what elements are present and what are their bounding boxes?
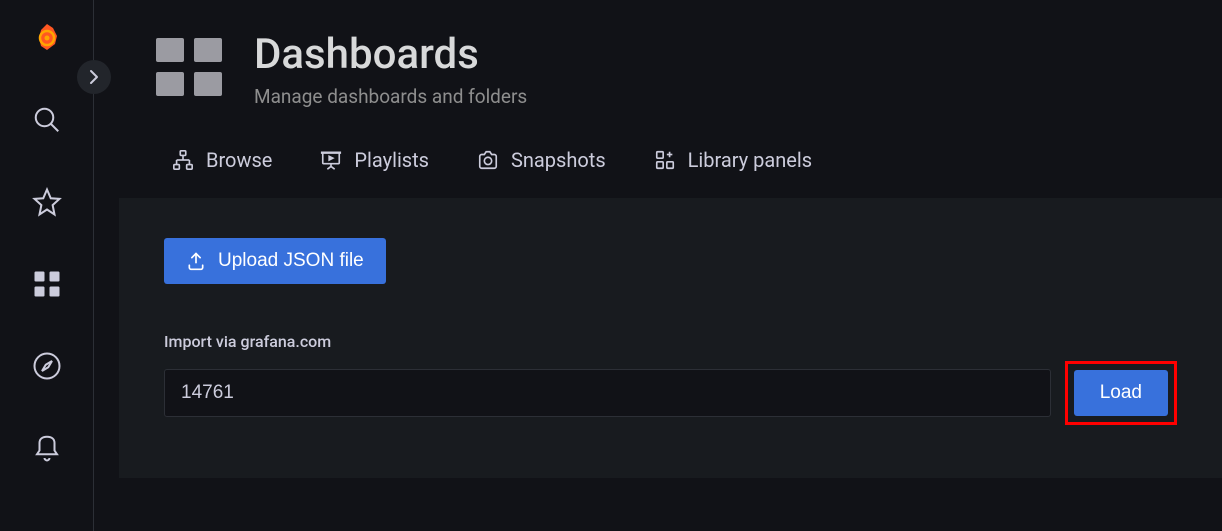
tab-label: Browse [206,148,272,172]
dashboards-header-icon [154,36,224,98]
nav-explore[interactable] [17,336,77,396]
nav-alerting[interactable] [17,418,77,478]
tab-browse[interactable]: Browse [172,148,272,180]
upload-button-label: Upload JSON file [218,250,364,272]
nav-starred[interactable] [17,172,77,232]
grafana-logo[interactable] [27,18,67,58]
library-panel-icon [654,149,676,171]
load-button[interactable]: Load [1074,370,1168,416]
star-icon [32,187,62,217]
load-button-highlight: Load [1065,361,1177,425]
import-id-input[interactable] [164,369,1051,417]
tab-label: Snapshots [511,148,606,172]
dashboards-icon [32,269,62,299]
page-header: Dashboards Manage dashboards and folders [94,30,1222,108]
tabs-bar: Browse Playlists Snapshots [94,148,1222,180]
compass-icon [32,351,62,381]
upload-icon [186,251,206,271]
expand-sidebar-button[interactable] [77,60,111,94]
import-form-group: Import via grafana.com Load [164,332,1177,425]
tab-library-panels[interactable]: Library panels [654,148,812,180]
tab-label: Playlists [354,148,429,172]
upload-json-button[interactable]: Upload JSON file [164,238,386,284]
import-label: Import via grafana.com [164,332,1177,351]
main-content: Dashboards Manage dashboards and folders… [94,0,1222,531]
bell-icon [32,433,62,463]
chevron-right-icon [86,69,102,85]
page-subtitle: Manage dashboards and folders [254,85,527,108]
page-title: Dashboards [254,30,527,79]
sidebar [0,0,94,531]
sitemap-icon [172,149,194,171]
import-panel: Upload JSON file Import via grafana.com … [119,198,1222,478]
nav-dashboards[interactable] [17,254,77,314]
nav-search[interactable] [17,90,77,150]
tab-snapshots[interactable]: Snapshots [477,148,606,180]
camera-icon [477,149,499,171]
presentation-icon [320,149,342,171]
tab-playlists[interactable]: Playlists [320,148,429,180]
search-icon [32,105,62,135]
tab-label: Library panels [688,148,812,172]
